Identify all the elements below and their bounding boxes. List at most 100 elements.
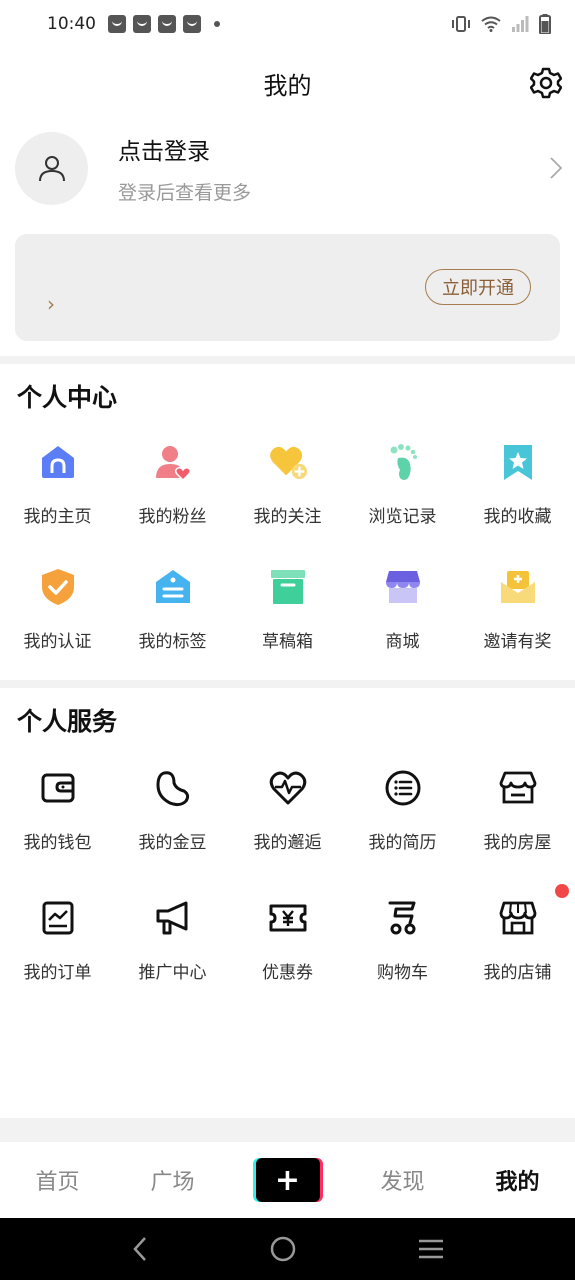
grid-item-tags[interactable]: 我的标签	[115, 557, 230, 682]
battery-icon	[539, 14, 551, 34]
recents-icon[interactable]	[417, 1237, 445, 1261]
gear-icon	[530, 67, 562, 99]
status-time: 10:40	[47, 14, 96, 34]
grid-item-following[interactable]: 我的关注	[230, 432, 345, 557]
vip-card[interactable]: › 立即开通	[15, 234, 560, 341]
status-bar: 10:40	[0, 0, 575, 48]
bean-icon	[153, 768, 193, 808]
wallet-icon	[38, 768, 78, 808]
grid-item-history[interactable]: 浏览记录	[345, 432, 460, 557]
grid-item-drafts[interactable]: 草稿箱	[230, 557, 345, 682]
add-button[interactable]: +	[255, 1158, 320, 1202]
grid-item-shop[interactable]: 我的店铺	[460, 884, 575, 1020]
tag-icon	[153, 567, 193, 607]
signal-icon	[512, 16, 529, 32]
grid-label: 我的订单	[23, 963, 92, 983]
bag-icon	[158, 15, 176, 33]
grid-item-resume[interactable]: 我的简历	[345, 760, 460, 890]
nav-square[interactable]: 广场	[115, 1164, 230, 1196]
nav-add: +	[230, 1158, 345, 1202]
bottom-nav: 首页 广场 + 发现 我的	[0, 1142, 575, 1218]
login-row[interactable]: 点击登录 登录后查看更多	[0, 122, 575, 214]
coupon-icon	[268, 898, 308, 938]
grid-label: 浏览记录	[368, 507, 437, 527]
house-icon	[498, 768, 538, 808]
grid-item-encounter[interactable]: 我的邂逅	[230, 760, 345, 890]
back-icon[interactable]	[130, 1235, 150, 1263]
personal-service-grid: 我的钱包 我的金豆 我的邂逅 我的简历 我的房屋 我的订单 推广中心 优惠券 购…	[0, 760, 575, 1020]
grid-item-cart[interactable]: 购物车	[345, 890, 460, 1020]
vibrate-icon	[452, 16, 470, 32]
activate-button[interactable]: 立即开通	[425, 269, 531, 305]
grid-item-wallet[interactable]: 我的钱包	[0, 760, 115, 890]
grid-item-beans[interactable]: 我的金豆	[115, 760, 230, 890]
grid-item-coupon[interactable]: 优惠券	[230, 890, 345, 1020]
notification-icons	[108, 15, 220, 33]
bag-icon	[108, 15, 126, 33]
grid-label: 我的邂逅	[253, 833, 322, 853]
grid-label: 购物车	[377, 963, 428, 983]
nav-home[interactable]: 首页	[0, 1164, 115, 1196]
grid-label: 草稿箱	[262, 632, 313, 652]
system-navigation-bar	[0, 1218, 575, 1280]
chevron-right-icon	[550, 157, 563, 179]
grid-item-mall[interactable]: 商城	[345, 557, 460, 682]
dot-icon	[214, 21, 220, 27]
megaphone-icon	[153, 898, 193, 938]
grid-label: 我的钱包	[23, 833, 92, 853]
nav-me[interactable]: 我的	[460, 1164, 575, 1196]
home-icon	[38, 442, 78, 482]
grid-label: 邀请有奖	[483, 632, 552, 652]
grid-label: 我的主页	[23, 507, 92, 527]
grid-item-promotion[interactable]: 推广中心	[115, 890, 230, 1020]
grid-label: 我的房屋	[483, 833, 552, 853]
store-icon	[383, 567, 423, 607]
grid-label: 我的简历	[368, 833, 437, 853]
heartbeat-icon	[268, 768, 308, 808]
grid-item-verification[interactable]: 我的认证	[0, 557, 115, 682]
grid-label: 推广中心	[138, 963, 207, 983]
grid-label: 我的关注	[253, 507, 322, 527]
grid-label: 我的金豆	[138, 833, 207, 853]
divider	[0, 680, 575, 688]
login-subtitle: 登录后查看更多	[118, 181, 252, 204]
order-chart-icon	[38, 898, 78, 938]
list-icon	[383, 768, 423, 808]
section-title-personal-center: 个人中心	[17, 383, 118, 412]
box-icon	[268, 567, 308, 607]
bag-icon	[133, 15, 151, 33]
nav-discover[interactable]: 发现	[345, 1164, 460, 1196]
grid-item-homepage[interactable]: 我的主页	[0, 432, 115, 557]
grid-item-invite[interactable]: 邀请有奖	[460, 557, 575, 682]
vip-arrow-icon: ›	[47, 292, 55, 316]
title-bar: 我的	[0, 56, 575, 110]
user-icon	[38, 156, 65, 182]
profile-text: 点击登录 登录后查看更多	[118, 132, 251, 205]
login-title[interactable]: 点击登录	[118, 132, 251, 166]
section-title-personal-service: 个人服务	[17, 707, 118, 736]
grid-label: 我的标签	[138, 632, 207, 652]
shield-check-icon	[38, 567, 78, 607]
grid-item-fans[interactable]: 我的粉丝	[115, 432, 230, 557]
heart-plus-icon	[268, 442, 308, 482]
fans-icon	[153, 442, 193, 482]
grid-label: 我的粉丝	[138, 507, 207, 527]
shop-icon	[498, 898, 538, 938]
grid-label: 商城	[385, 632, 420, 652]
avatar[interactable]	[15, 131, 88, 205]
notification-badge	[555, 884, 569, 898]
grid-item-house[interactable]: 我的房屋	[460, 760, 575, 890]
grid-label: 我的认证	[23, 632, 92, 652]
settings-button[interactable]	[529, 66, 563, 100]
bookmark-star-icon	[498, 442, 538, 482]
grid-label: 我的店铺	[483, 963, 552, 983]
home-circle-icon[interactable]	[269, 1235, 297, 1263]
grid-item-favorites[interactable]: 我的收藏	[460, 432, 575, 557]
grid-item-orders[interactable]: 我的订单	[0, 890, 115, 1020]
cart-icon	[383, 898, 423, 938]
status-indicators	[451, 14, 551, 34]
footprint-icon	[383, 442, 423, 482]
bag-icon	[183, 15, 201, 33]
wifi-icon	[481, 16, 501, 32]
divider	[0, 356, 575, 364]
